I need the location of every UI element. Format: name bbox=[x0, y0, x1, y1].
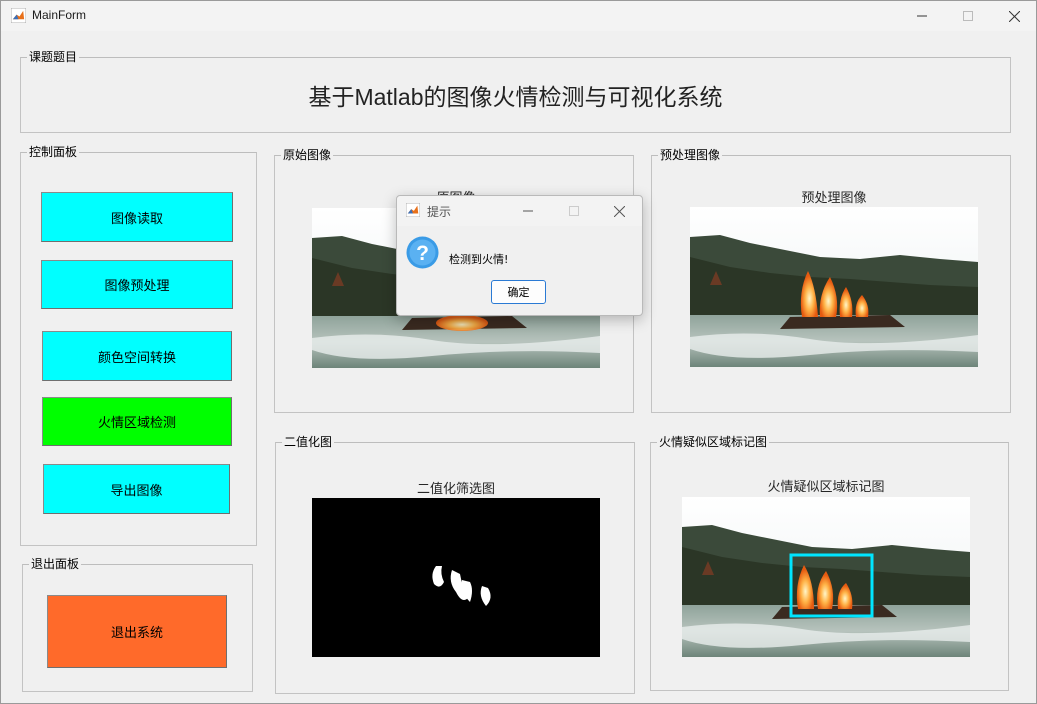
color-space-button[interactable]: 颜色空间转换 bbox=[42, 331, 232, 381]
control-panel-title: 控制面板 bbox=[27, 145, 80, 159]
preprocessed-image-panel-title: 预处理图像 bbox=[658, 148, 723, 162]
page-title: 基于Matlab的图像火情检测与可视化系统 bbox=[308, 84, 723, 110]
binary-axes-title: 二值化筛选图 bbox=[416, 482, 495, 497]
dialog-maximize-button[interactable] bbox=[551, 196, 597, 226]
export-image-button[interactable]: 导出图像 bbox=[43, 464, 230, 514]
minimize-button[interactable] bbox=[899, 1, 945, 31]
close-button[interactable] bbox=[991, 1, 1037, 31]
fire-region-image bbox=[682, 497, 970, 657]
matlab-icon bbox=[406, 203, 420, 217]
minimize-icon bbox=[917, 15, 927, 17]
dialog-close-button[interactable] bbox=[596, 196, 642, 226]
fire-region-panel-title: 火情疑似区域标记图 bbox=[657, 435, 770, 449]
preprocess-button[interactable]: 图像预处理 bbox=[41, 260, 233, 309]
alert-dialog: 提示 ? 检测到火情! 确定 bbox=[396, 195, 643, 316]
exit-panel-title: 退出面板 bbox=[29, 557, 82, 571]
topic-panel-title: 课题题目 bbox=[27, 50, 80, 64]
main-window: MainForm 课题题目 基于Matlab的图像火情检测与可视化系统 控制面板… bbox=[0, 0, 1037, 704]
matlab-icon bbox=[11, 8, 26, 23]
fire-detect-button[interactable]: 火情区域检测 bbox=[42, 397, 232, 446]
close-icon bbox=[1008, 10, 1020, 22]
preprocessed-image bbox=[690, 207, 978, 367]
read-image-button[interactable]: 图像读取 bbox=[41, 192, 233, 242]
minimize-icon bbox=[523, 210, 533, 212]
question-icon: ? bbox=[406, 236, 439, 269]
binary-image bbox=[312, 498, 600, 657]
preprocessed-axes-title: 预处理图像 bbox=[801, 191, 867, 206]
dialog-minimize-button[interactable] bbox=[505, 196, 551, 226]
topic-panel: 课题题目 基于Matlab的图像火情检测与可视化系统 bbox=[20, 50, 1011, 133]
maximize-button[interactable] bbox=[945, 1, 991, 31]
maximize-icon bbox=[963, 11, 973, 21]
dialog-title-bar: 提示 bbox=[397, 196, 642, 226]
dialog-message: 检测到火情! bbox=[449, 253, 509, 266]
exit-system-button[interactable]: 退出系统 bbox=[47, 595, 227, 668]
svg-text:?: ? bbox=[416, 242, 429, 265]
fire-region-axes-title: 火情疑似区域标记图 bbox=[767, 480, 885, 495]
close-icon bbox=[613, 205, 625, 217]
maximize-icon bbox=[569, 206, 579, 216]
dialog-title: 提示 bbox=[427, 205, 452, 219]
ok-button[interactable]: 确定 bbox=[491, 280, 546, 304]
title-bar: MainForm bbox=[1, 1, 1036, 31]
binary-image-panel-title: 二值化图 bbox=[282, 435, 335, 449]
original-image-panel-title: 原始图像 bbox=[281, 148, 334, 162]
window-title: MainForm bbox=[32, 8, 87, 22]
